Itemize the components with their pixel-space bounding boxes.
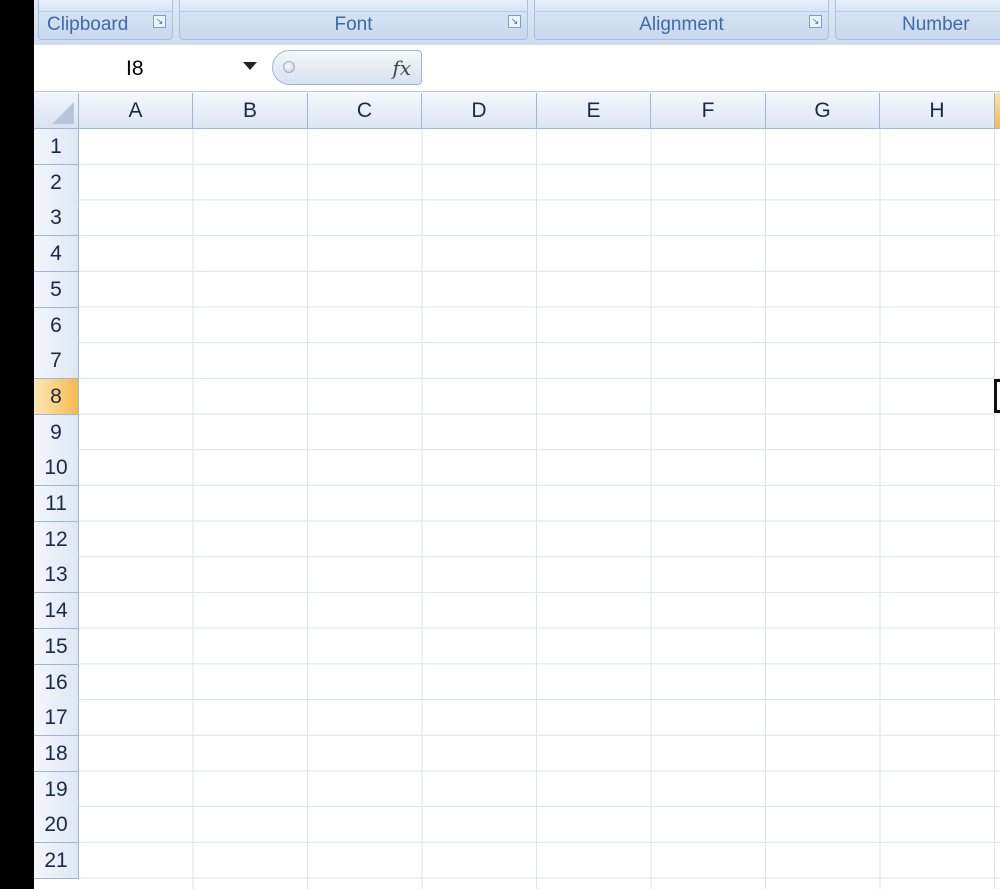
- row-header-20[interactable]: 20: [34, 807, 79, 844]
- row-header-7[interactable]: 7: [34, 343, 79, 380]
- column-header-i[interactable]: [995, 93, 1000, 129]
- ribbon-group-alignment: Alignment ↘: [534, 0, 829, 40]
- select-all-triangle-icon: [52, 102, 74, 124]
- row-header-10[interactable]: 10: [34, 450, 79, 487]
- column-header-c[interactable]: C: [308, 93, 422, 129]
- ribbon-group-strip: Clipboard ↘ Font ↘ Alignment ↘ Number: [34, 0, 1000, 46]
- row-header-3[interactable]: 3: [34, 200, 79, 237]
- row-header-4[interactable]: 4: [34, 236, 79, 273]
- column-header-d[interactable]: D: [422, 93, 537, 129]
- excel-window: Clipboard ↘ Font ↘ Alignment ↘ Number I8: [34, 0, 1000, 889]
- row-header-16[interactable]: 16: [34, 664, 79, 701]
- column-header-h[interactable]: H: [880, 93, 995, 129]
- row-headers: 1 2 3 4 5 6 7 8 9 10 11 12 13 14 15 16 1…: [34, 129, 79, 889]
- column-header-e[interactable]: E: [537, 93, 651, 129]
- worksheet-grid: A B C D E F G H 1 2 3 4 5 6 7 8 9 10 11 …: [34, 93, 1000, 889]
- alignment-dialog-launcher-icon[interactable]: ↘: [809, 15, 822, 28]
- row-header-8[interactable]: 8: [34, 378, 79, 415]
- row-header-17[interactable]: 17: [34, 700, 79, 737]
- ribbon-group-clipboard: Clipboard ↘: [38, 0, 173, 40]
- row-header-6[interactable]: 6: [34, 307, 79, 344]
- insert-function-icon[interactable]: fx: [392, 56, 411, 80]
- insert-function-area: fx: [272, 50, 422, 85]
- row-header-1[interactable]: 1: [34, 129, 79, 165]
- column-headers: A B C D E F G H: [79, 93, 1000, 129]
- row-header-18[interactable]: 18: [34, 735, 79, 772]
- row-header-5[interactable]: 5: [34, 271, 79, 308]
- row-header-15[interactable]: 15: [34, 628, 79, 665]
- formula-input[interactable]: [422, 50, 1000, 85]
- formula-bar: I8 fx: [34, 45, 1000, 92]
- row-header-13[interactable]: 13: [34, 557, 79, 594]
- active-cell-cursor[interactable]: [994, 379, 1000, 413]
- ribbon-group-number: Number: [835, 0, 1000, 40]
- select-all-button[interactable]: [34, 93, 79, 129]
- column-header-a[interactable]: A: [79, 93, 193, 129]
- row-header-2[interactable]: 2: [34, 164, 79, 201]
- formula-bar-resize-handle-icon[interactable]: [283, 61, 295, 73]
- clipboard-dialog-launcher-icon[interactable]: ↘: [153, 15, 166, 28]
- ribbon-group-label: Font: [334, 14, 373, 35]
- ribbon-group-label: Alignment: [639, 14, 724, 35]
- row-header-12[interactable]: 12: [34, 521, 79, 558]
- ribbon-group-font: Font ↘: [179, 0, 528, 40]
- name-box-value: I8: [126, 57, 144, 80]
- row-header-9[interactable]: 9: [34, 414, 79, 451]
- column-header-f[interactable]: F: [651, 93, 766, 129]
- cell-area[interactable]: [79, 129, 1000, 889]
- chevron-down-icon[interactable]: [243, 62, 257, 70]
- ribbon-group-label: Number: [902, 14, 970, 35]
- row-header-21[interactable]: 21: [34, 843, 79, 879]
- row-header-14[interactable]: 14: [34, 593, 79, 630]
- screen: Clipboard ↘ Font ↘ Alignment ↘ Number I8: [0, 0, 1000, 889]
- row-header-19[interactable]: 19: [34, 771, 79, 808]
- column-header-g[interactable]: G: [766, 93, 880, 129]
- name-box[interactable]: I8: [36, 53, 266, 83]
- row-header-11[interactable]: 11: [34, 486, 79, 522]
- font-dialog-launcher-icon[interactable]: ↘: [508, 15, 521, 28]
- column-header-b[interactable]: B: [193, 93, 308, 129]
